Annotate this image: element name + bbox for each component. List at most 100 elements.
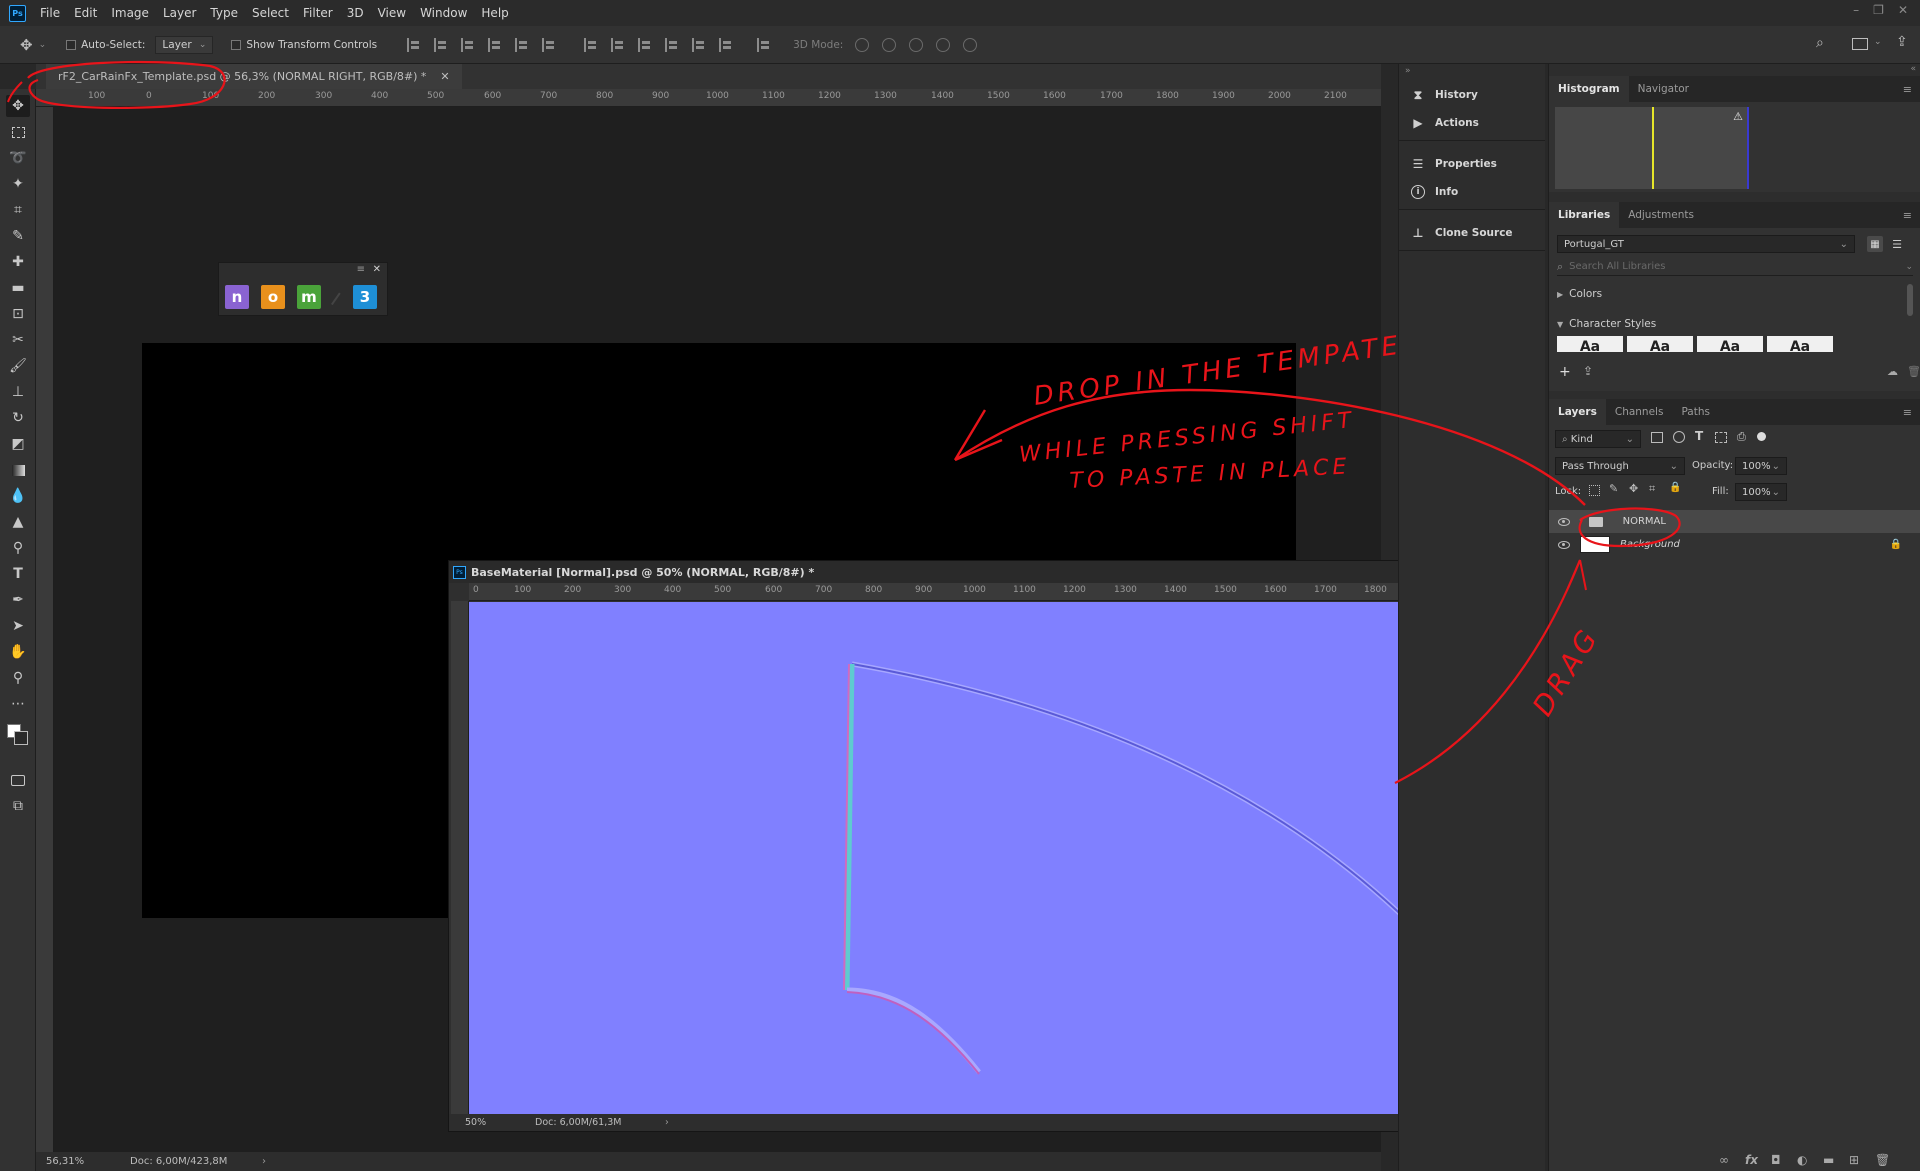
cloud-sync-icon[interactable]: ☁ xyxy=(1887,365,1898,378)
align-bottom-icon[interactable] xyxy=(461,37,475,52)
vertical-ruler[interactable] xyxy=(451,601,469,1116)
opacity-input[interactable]: 100% ⌄ xyxy=(1735,457,1787,475)
filter-type-icon[interactable]: T xyxy=(1695,429,1703,443)
blend-mode-select[interactable]: Pass Through ⌄ xyxy=(1555,457,1685,475)
burn-tool-icon[interactable]: ⚲ xyxy=(6,537,30,559)
panel-properties[interactable]: ☰ Properties xyxy=(1411,157,1497,171)
gradient-tool-icon[interactable] xyxy=(6,459,30,481)
panel-info[interactable]: i Info xyxy=(1411,185,1458,199)
character-styles-toggle[interactable]: ▼ Character Styles xyxy=(1557,318,1656,330)
panel-history[interactable]: ⧗ History xyxy=(1411,88,1478,102)
new-group-folder-icon[interactable]: ▬ xyxy=(1823,1153,1834,1167)
layer-name[interactable]: Background xyxy=(1620,539,1680,550)
align-top-icon[interactable] xyxy=(407,37,421,52)
layer-row-normal[interactable]: › NORMAL xyxy=(1549,510,1920,533)
char-style-swatch[interactable]: Aa xyxy=(1557,336,1623,352)
move-tool-icon[interactable]: ✥ xyxy=(6,95,30,117)
show-transform-checkbox[interactable] xyxy=(231,39,242,50)
lock-transparent-icon[interactable] xyxy=(1589,485,1600,496)
library-select[interactable]: Portugal_GT ⌄ xyxy=(1557,235,1855,253)
lock-all-icon[interactable]: 🔒 xyxy=(1669,482,1681,493)
chevron-down-icon[interactable]: ⌄ xyxy=(1772,487,1780,498)
eraser-tool-icon[interactable]: ◩ xyxy=(6,433,30,455)
filter-pixel-icon[interactable] xyxy=(1651,432,1663,443)
color-swatches-icon[interactable] xyxy=(6,719,30,759)
tab-adjustments[interactable]: Adjustments xyxy=(1619,202,1703,228)
zoom-tool-icon[interactable]: ⚲ xyxy=(6,667,30,689)
align-right-icon[interactable] xyxy=(542,37,556,52)
distribute-left-icon[interactable] xyxy=(665,37,679,52)
plugin-3-icon[interactable]: 3 xyxy=(353,285,377,309)
menu-file[interactable]: File xyxy=(40,6,60,20)
close-tab-icon[interactable]: ✕ xyxy=(440,70,449,83)
panel-menu-icon[interactable]: ≡ xyxy=(1903,209,1912,222)
tab-navigator[interactable]: Navigator xyxy=(1629,76,1698,102)
warning-icon[interactable]: ⚠ xyxy=(1733,110,1743,123)
char-style-swatch[interactable]: Aa xyxy=(1627,336,1693,352)
plugin-o-icon[interactable]: o xyxy=(261,285,285,309)
healing-brush-tool-icon[interactable]: ✚ xyxy=(6,251,30,273)
collapse-arrows-icon[interactable]: » xyxy=(1405,66,1411,76)
hand-tool-icon[interactable]: ✋ xyxy=(6,641,30,663)
visibility-eye-icon[interactable] xyxy=(1558,540,1570,549)
3d-scale-icon[interactable] xyxy=(963,37,978,52)
menu-window[interactable]: Window xyxy=(420,6,467,20)
char-style-swatch[interactable]: Aa xyxy=(1697,336,1763,352)
magic-wand-tool-icon[interactable]: ✦ xyxy=(6,173,30,195)
horizontal-ruler[interactable]: 0 100 200 300 400 500 600 700 800 900 10… xyxy=(469,583,1494,601)
panel-menu-icon[interactable]: ≡ xyxy=(357,264,365,275)
frame-tool-icon[interactable]: ⊡ xyxy=(6,303,30,325)
panel-menu-icon[interactable]: ≡ xyxy=(1903,83,1912,96)
tab-histogram[interactable]: Histogram xyxy=(1549,76,1629,102)
more-tools-icon[interactable]: ⋯ xyxy=(6,693,30,715)
upload-icon[interactable]: ⇪ xyxy=(1583,364,1593,378)
menu-3d[interactable]: 3D xyxy=(347,6,364,20)
distribute-bottom-icon[interactable] xyxy=(638,37,652,52)
3d-roll-icon[interactable] xyxy=(882,37,897,52)
link-layers-icon[interactable]: ∞ xyxy=(1719,1153,1729,1167)
add-icon[interactable]: + xyxy=(1559,364,1571,380)
restore-button[interactable]: ❐ xyxy=(1873,3,1884,17)
workspace-chevron-icon[interactable]: ⌄ xyxy=(1874,37,1882,47)
menu-filter[interactable]: Filter xyxy=(303,6,333,20)
grid-view-icon[interactable]: ▦ xyxy=(1867,236,1883,252)
auto-select-checkbox[interactable] xyxy=(66,39,77,50)
tab-channels[interactable]: Channels xyxy=(1606,399,1673,425)
history-brush-tool-icon[interactable]: ↻ xyxy=(6,407,30,429)
menu-edit[interactable]: Edit xyxy=(74,6,97,20)
layer-row-background[interactable]: Background 🔒 xyxy=(1549,533,1920,556)
plugin-m-icon[interactable]: m xyxy=(297,285,321,309)
add-mask-icon[interactable]: ◘ xyxy=(1771,1153,1781,1167)
fill-input[interactable]: 100% ⌄ xyxy=(1735,483,1787,501)
status-arrow-icon[interactable]: › xyxy=(665,1117,669,1128)
tool-preset-chevron-icon[interactable]: ⌄ xyxy=(39,40,47,50)
blur-tool-icon[interactable]: 💧 xyxy=(6,485,30,507)
filter-toggle-icon[interactable] xyxy=(1757,432,1766,441)
layer-name[interactable]: NORMAL xyxy=(1623,516,1666,527)
chevron-down-icon[interactable]: ⌄ xyxy=(1772,461,1780,472)
list-view-icon[interactable]: ☰ xyxy=(1889,236,1905,252)
close-icon[interactable]: ✕ xyxy=(373,264,381,275)
visibility-eye-icon[interactable] xyxy=(1558,517,1570,526)
share-icon[interactable]: ⇪ xyxy=(1896,34,1908,50)
lasso-tool-icon[interactable]: ➰ xyxy=(6,147,30,169)
char-style-swatch[interactable]: Aa xyxy=(1767,336,1833,352)
zoom-level[interactable]: 50% xyxy=(465,1117,535,1128)
workspace-icon[interactable] xyxy=(1852,38,1868,50)
lock-artboard-icon[interactable]: ⌗ xyxy=(1649,482,1655,496)
menu-view[interactable]: View xyxy=(378,6,406,20)
lock-position-icon[interactable]: ✥ xyxy=(1629,482,1638,495)
dodge-tool-icon[interactable]: ▲ xyxy=(6,511,30,533)
menu-select[interactable]: Select xyxy=(252,6,289,20)
zoom-level[interactable]: 56,31% xyxy=(46,1156,130,1167)
plugin-n-icon[interactable]: n xyxy=(225,285,249,309)
marquee-tool-icon[interactable] xyxy=(6,121,30,143)
stamp-tool-icon[interactable]: ⊥ xyxy=(6,381,30,403)
photoshop-logo-icon[interactable]: Ps xyxy=(9,4,26,22)
pen-tool-icon[interactable]: ✒ xyxy=(6,589,30,611)
move-tool-icon[interactable]: ✥ xyxy=(20,36,33,54)
eyedropper-tool-icon[interactable]: ✎ xyxy=(6,225,30,247)
3d-pan-icon[interactable] xyxy=(909,37,924,52)
document-window-basematerial[interactable]: Ps BaseMaterial [Normal].psd @ 50% (NORM… xyxy=(448,560,1513,1132)
menu-type[interactable]: Type xyxy=(210,6,238,20)
